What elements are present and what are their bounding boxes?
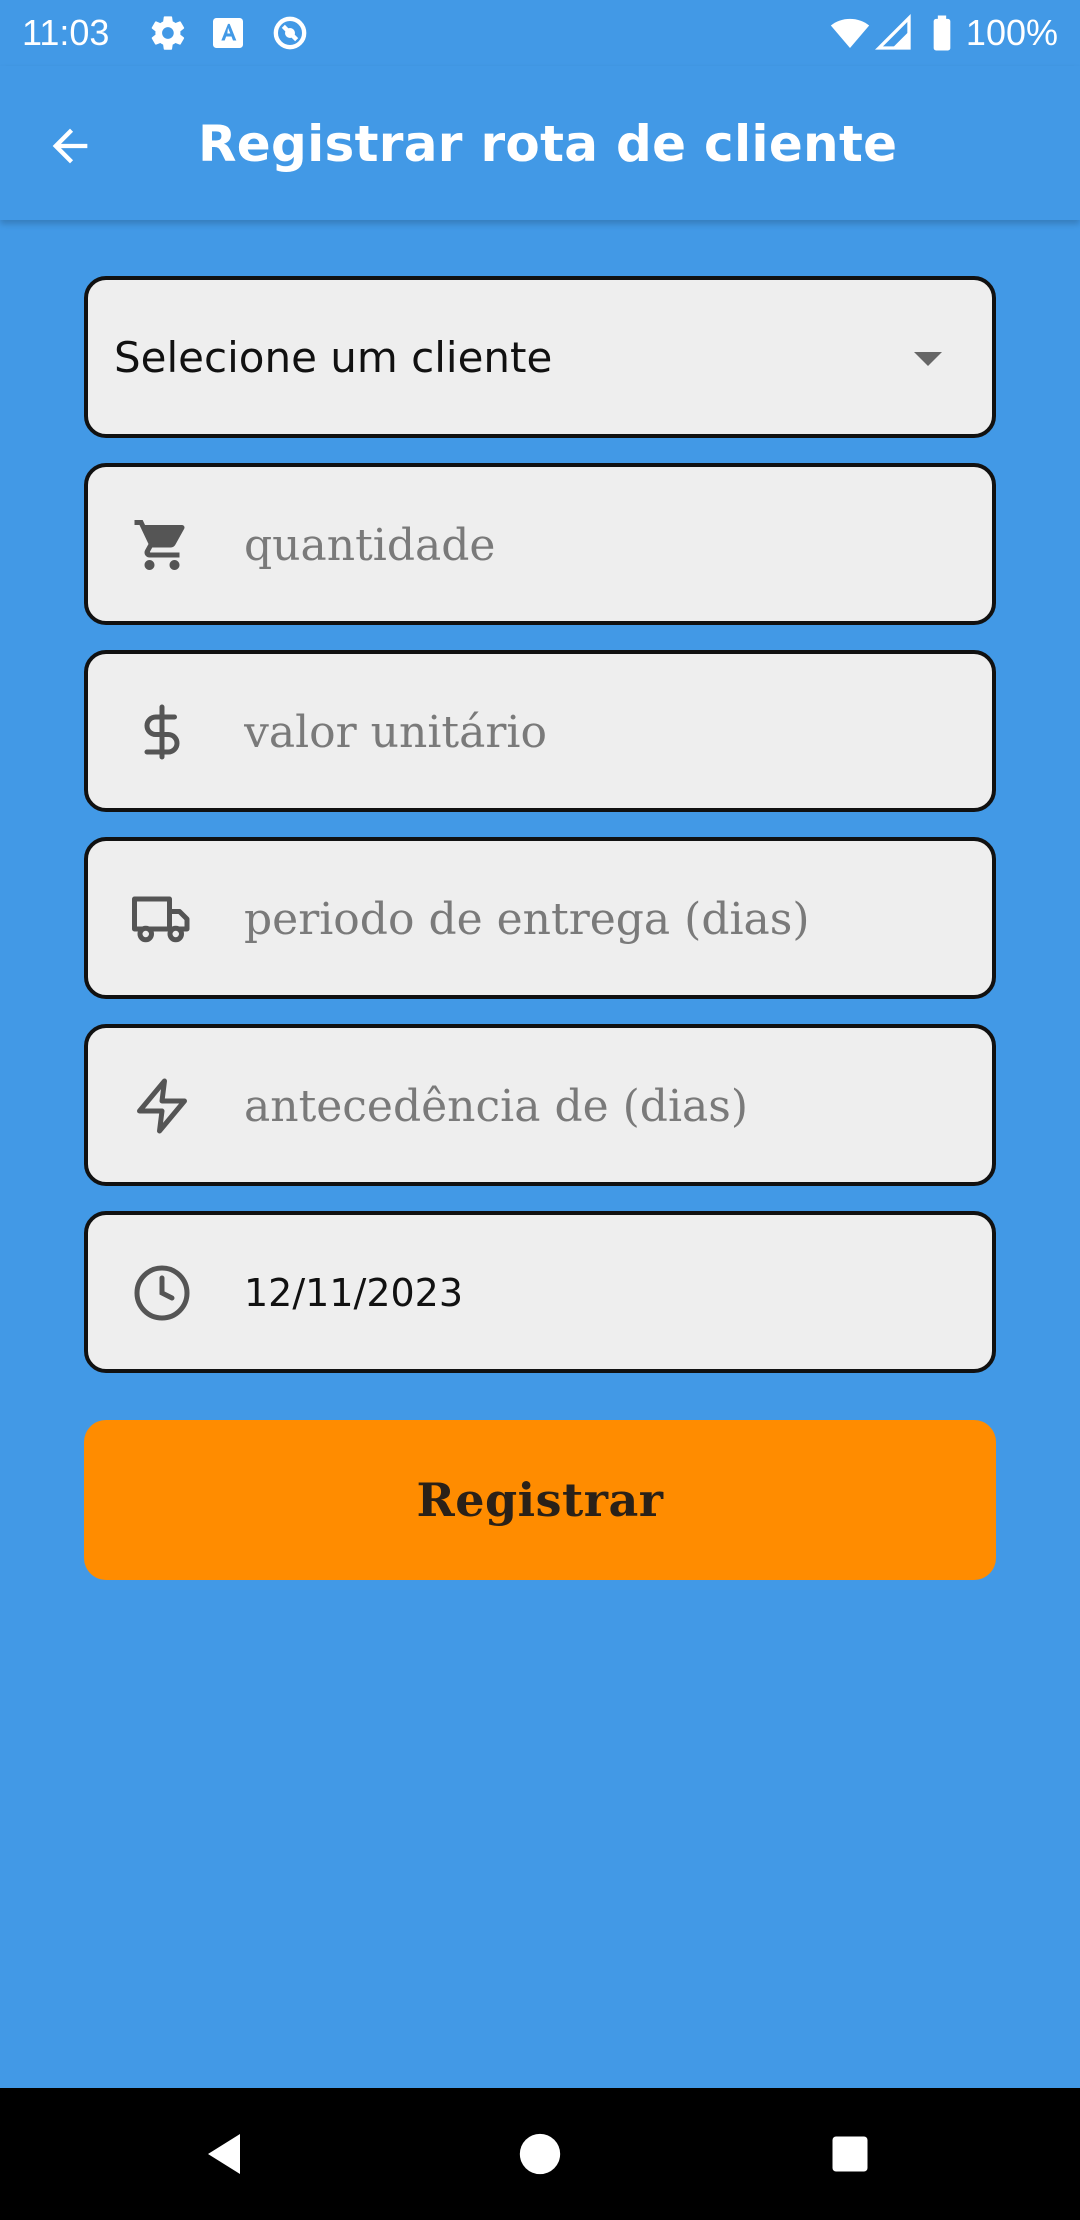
square-recents-icon [832, 2136, 868, 2172]
triangle-back-icon [208, 2134, 240, 2174]
client-select-value: Selecione um cliente [114, 333, 553, 382]
arrow-left-icon [52, 128, 88, 164]
chevron-down-icon [914, 352, 942, 366]
cart-icon [134, 520, 185, 570]
app-bar: Registrar rota de cliente [0, 66, 1080, 220]
signal-icon [874, 13, 911, 50]
unit-value-field[interactable] [84, 650, 996, 812]
quantity-field[interactable] [84, 463, 996, 625]
quantity-input[interactable] [244, 497, 944, 593]
wifi-icon [830, 18, 870, 48]
battery-icon [933, 15, 951, 51]
nav-back-button[interactable] [190, 2118, 262, 2190]
nav-home-button[interactable] [504, 2118, 576, 2190]
date-value: 12/11/2023 [244, 1271, 464, 1315]
circle-home-icon [519, 2133, 561, 2175]
nav-recents-button[interactable] [814, 2118, 886, 2190]
status-time: 11:03 [22, 12, 110, 53]
sync-circle-icon [273, 16, 307, 50]
lightning-icon [137, 1078, 187, 1134]
delivery-period-input[interactable] [244, 871, 944, 967]
client-select[interactable]: Selecione um cliente [84, 276, 996, 438]
dollar-icon [144, 704, 180, 760]
font-a-icon [213, 18, 243, 48]
clock-icon [134, 1265, 190, 1321]
advance-input[interactable] [244, 1058, 944, 1154]
unit-value-input[interactable] [244, 684, 944, 780]
date-field[interactable]: 12/11/2023 [84, 1211, 996, 1373]
navigation-bar [0, 2088, 1080, 2220]
delivery-period-field[interactable] [84, 837, 996, 999]
register-button-label: Registrar [416, 1473, 664, 1527]
register-button[interactable]: Registrar [84, 1420, 996, 1580]
truck-icon [132, 896, 190, 943]
advance-field[interactable] [84, 1024, 996, 1186]
settings-icon [151, 16, 185, 50]
back-button[interactable] [30, 106, 110, 186]
battery-percent: 100% [965, 12, 1058, 53]
status-bar: 11:03 100% [0, 0, 1080, 66]
page-title: Registrar rota de cliente [198, 115, 898, 173]
